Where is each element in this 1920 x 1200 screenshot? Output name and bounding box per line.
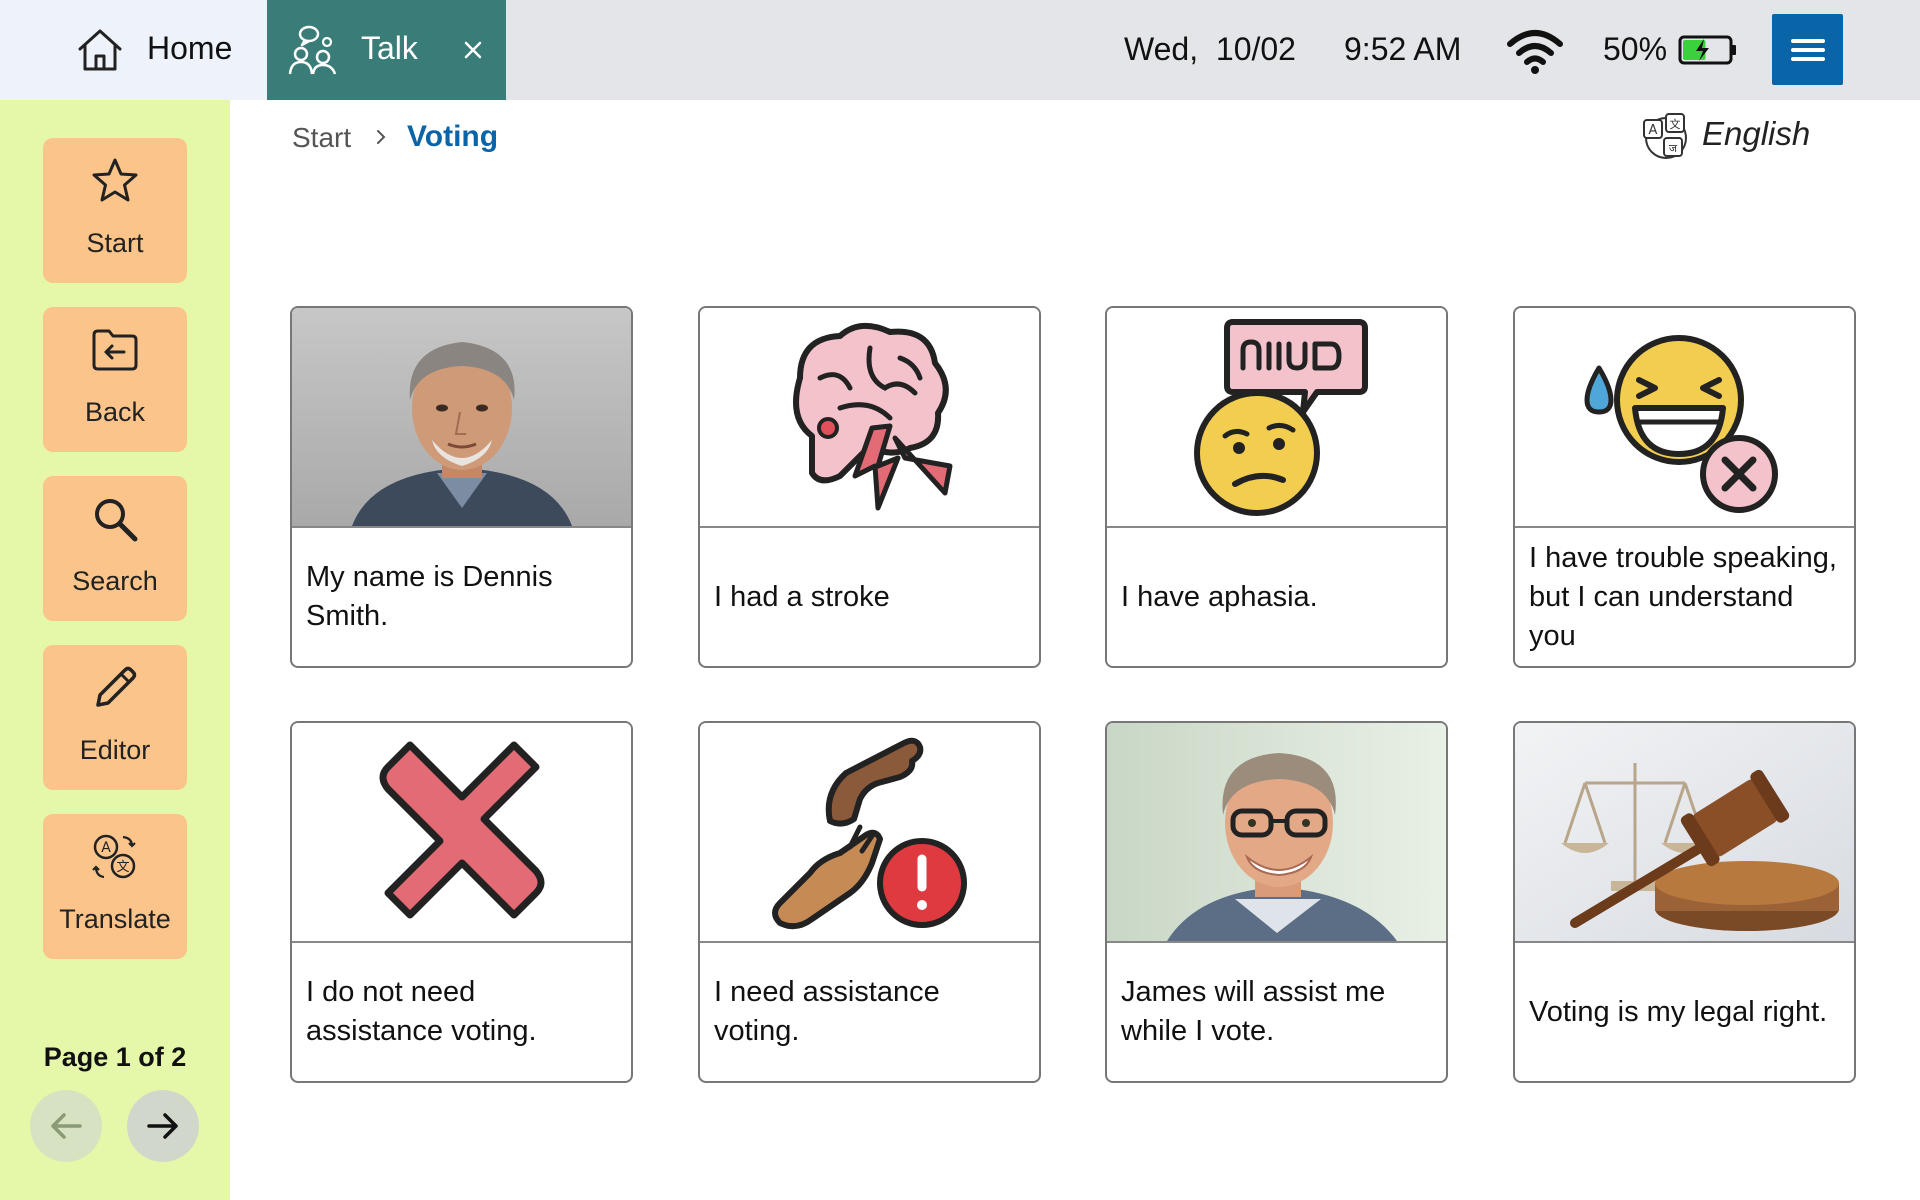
phrase-card-trouble-speaking[interactable]: I have trouble speaking, but I can under…	[1513, 306, 1856, 668]
arrow-right-icon	[147, 1113, 178, 1139]
red-x-icon	[292, 723, 631, 943]
svg-text:A: A	[1649, 123, 1658, 138]
gavel-scales-photo	[1515, 723, 1854, 943]
sidebar-start-button[interactable]: Start	[43, 138, 187, 283]
battery-charging-icon	[1678, 35, 1736, 65]
card-text: I had a stroke	[714, 580, 890, 613]
card-text: I do not need assistance voting.	[306, 976, 537, 1047]
status-time: 9:52 AM	[1344, 31, 1462, 67]
brain-stroke-icon	[700, 308, 1039, 528]
translate-icon: A 文	[92, 834, 136, 879]
arrow-left-icon	[51, 1113, 82, 1139]
laughing-face-x-icon	[1515, 308, 1854, 528]
sidebar-search-button[interactable]: Search	[43, 476, 187, 621]
sidebar: Start Back Search Editor A 文 Translate P…	[0, 100, 230, 1200]
top-bar: Home Talk Wed, 10/02 9:52 AM 50%	[0, 0, 1920, 100]
phrase-card-legal-right[interactable]: Voting is my legal right.	[1513, 721, 1856, 1083]
svg-text:文: 文	[1670, 117, 1681, 131]
card-text: I have trouble speaking, but I can under…	[1529, 541, 1837, 652]
tab-home[interactable]: Home	[0, 0, 267, 100]
phrase-card-james[interactable]: James will assist me while I vote.	[1105, 721, 1448, 1083]
language-selector[interactable]: English	[1702, 115, 1810, 153]
menu-button[interactable]	[1772, 14, 1843, 85]
tab-talk[interactable]: Talk	[267, 0, 506, 100]
svg-text:A: A	[101, 840, 111, 856]
aphasia-face-icon	[1107, 308, 1446, 528]
sidebar-search-label: Search	[72, 566, 158, 596]
breadcrumb-start[interactable]: Start	[292, 122, 351, 154]
card-text: Voting is my legal right.	[1529, 995, 1828, 1028]
close-tab-icon[interactable]	[455, 32, 491, 68]
phrase-card-no-assistance[interactable]: I do not need assistance voting.	[290, 721, 633, 1083]
sidebar-translate-button[interactable]: A 文 Translate	[43, 814, 187, 959]
phrase-card-name[interactable]: My name is Dennis Smith.	[290, 306, 633, 668]
home-icon	[78, 29, 122, 71]
phrase-card-stroke[interactable]: I had a stroke	[698, 306, 1041, 668]
tab-home-label: Home	[147, 30, 233, 66]
man-photo	[292, 308, 631, 528]
sidebar-translate-label: Translate	[59, 904, 171, 934]
card-text: I need assistance voting.	[714, 976, 940, 1047]
sidebar-back-label: Back	[84, 397, 146, 427]
sidebar-back-button[interactable]: Back	[43, 307, 187, 452]
card-text: My name is Dennis Smith.	[306, 561, 553, 632]
next-page-button[interactable]	[127, 1090, 199, 1162]
pencil-icon	[96, 666, 137, 707]
folder-back-icon	[92, 329, 138, 371]
previous-page-button[interactable]	[30, 1090, 102, 1162]
battery-percent: 50%	[1603, 31, 1668, 67]
svg-text:文: 文	[116, 860, 129, 875]
card-text: James will assist me while I vote.	[1121, 976, 1386, 1047]
sidebar-editor-button[interactable]: Editor	[43, 645, 187, 790]
status-date: Wed, 10/02	[1124, 31, 1296, 67]
helping-hands-alert-icon	[700, 723, 1039, 943]
search-icon	[95, 499, 138, 542]
tab-talk-label: Talk	[361, 30, 418, 66]
sidebar-start-label: Start	[86, 228, 144, 258]
people-talking-icon	[288, 25, 337, 75]
card-text: I have aphasia.	[1121, 580, 1318, 613]
phrase-card-need-assistance[interactable]: I need assistance voting.	[698, 721, 1041, 1083]
phrase-card-aphasia[interactable]: I have aphasia.	[1105, 306, 1448, 668]
star-icon	[92, 158, 138, 202]
svg-text:ज: ज	[1669, 142, 1678, 155]
smiling-man-photo	[1107, 723, 1446, 943]
chevron-right-icon	[377, 130, 386, 144]
sidebar-editor-label: Editor	[79, 735, 151, 765]
wifi-icon	[1507, 30, 1563, 74]
breadcrumb-current: Voting	[407, 120, 499, 153]
page-indicator: Page 1 of 2	[43, 1042, 187, 1072]
language-icon: A 文 ज	[1643, 113, 1687, 159]
